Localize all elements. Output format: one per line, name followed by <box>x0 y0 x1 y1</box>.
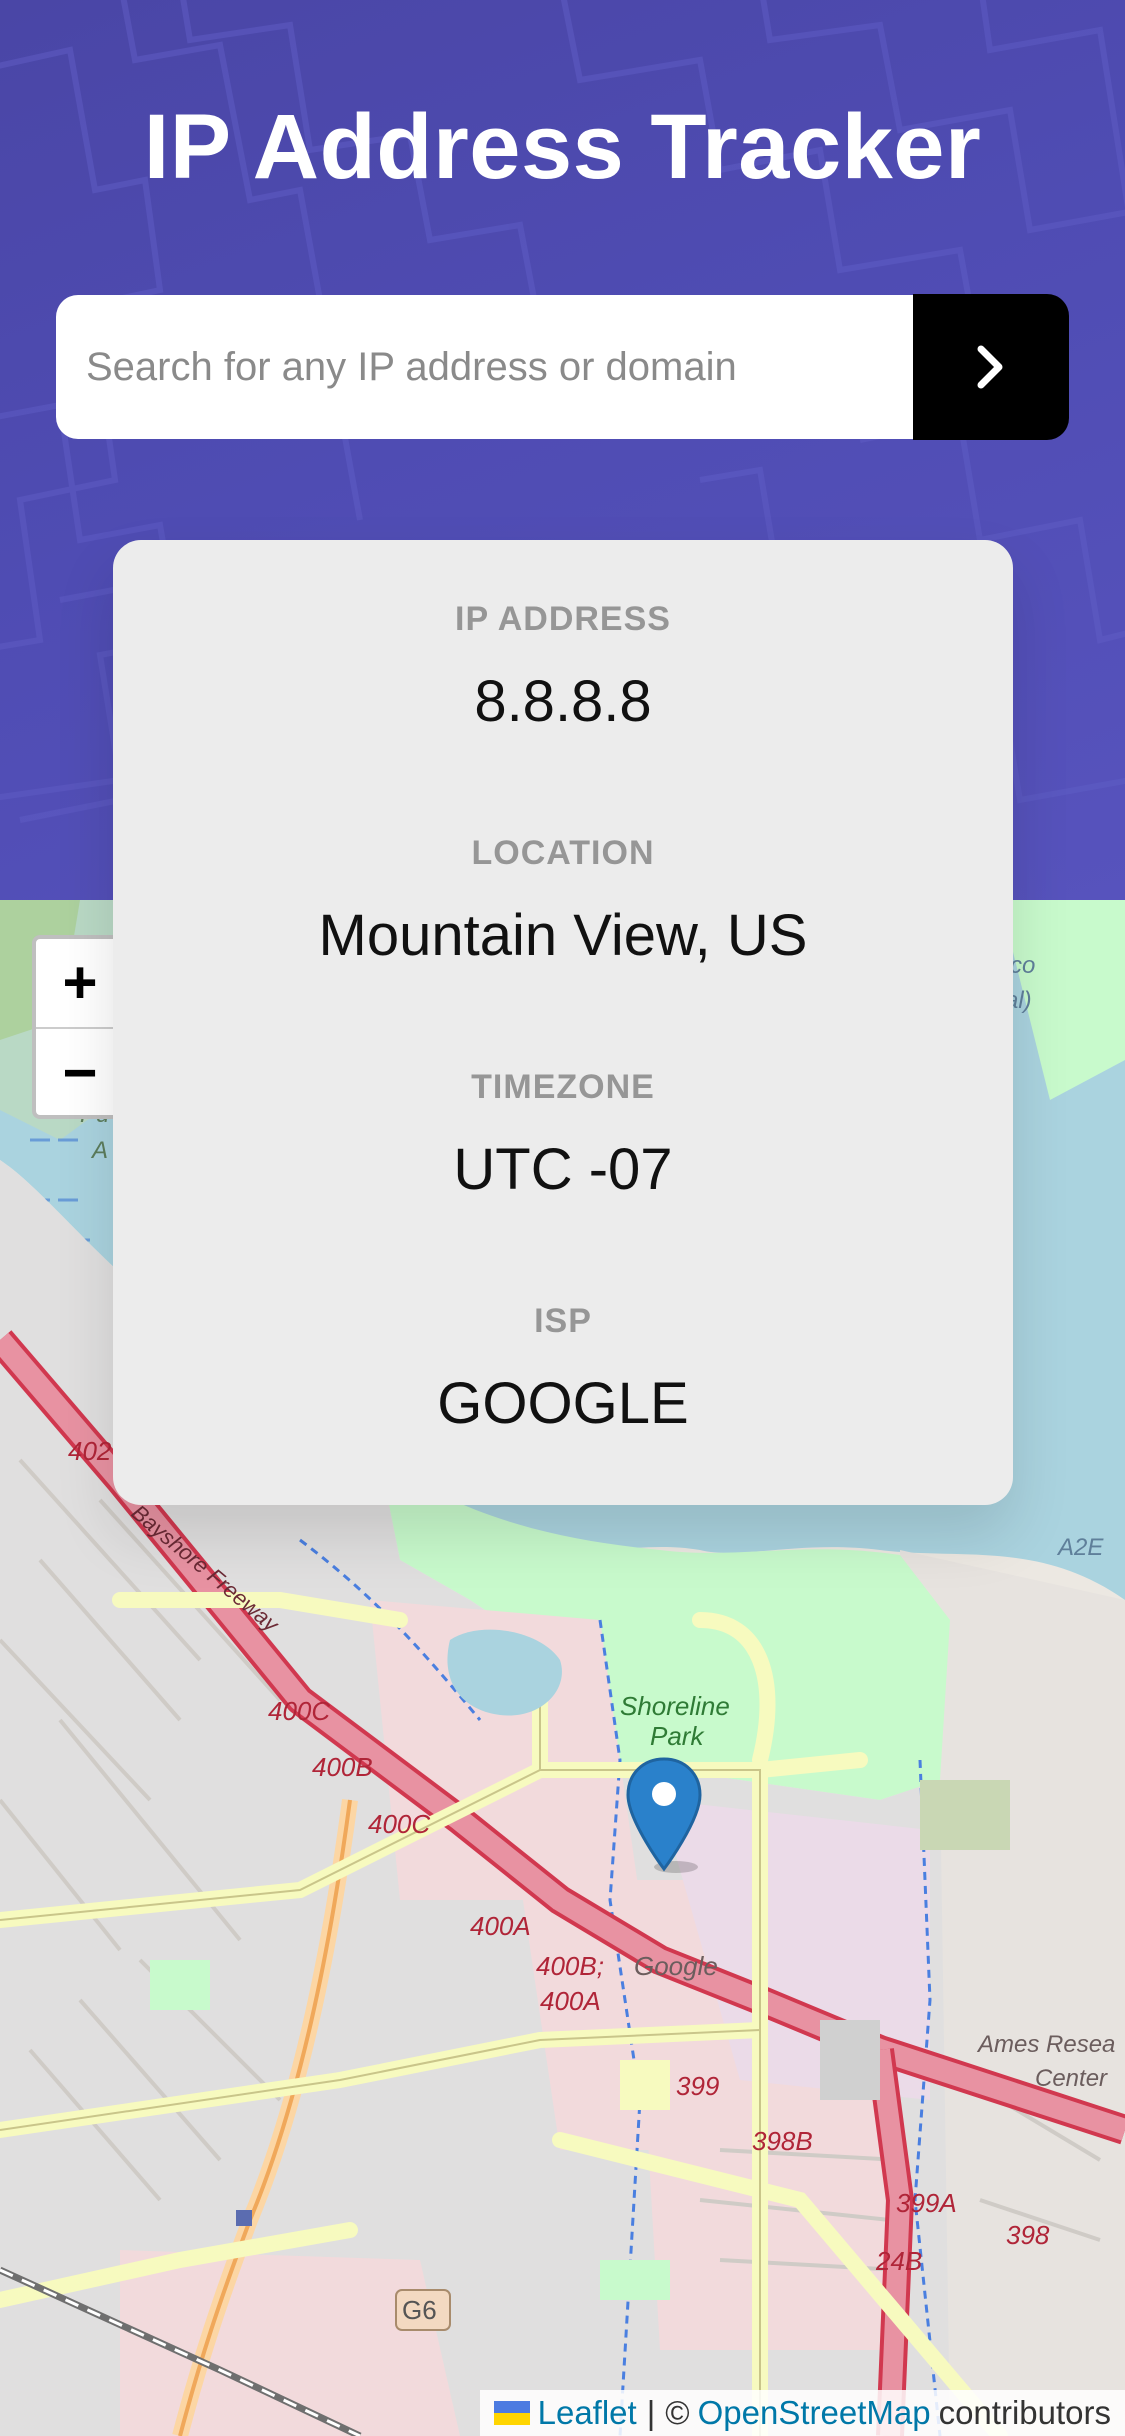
page-title: IP Address Tracker <box>143 96 982 198</box>
timezone-value: UTC -07 <box>453 1137 673 1202</box>
search-input[interactable] <box>56 295 913 439</box>
ukraine-flag-icon <box>493 2401 530 2425</box>
location-value: Mountain View, US <box>318 903 808 968</box>
exit-label-400c-2: 400C <box>368 1809 430 1839</box>
exit-label-399: 399 <box>676 2071 719 2101</box>
exit-label-24b: 24B <box>875 2246 922 2276</box>
map-label-park: Shoreline <box>620 1691 730 1721</box>
map-pin-icon[interactable] <box>624 1755 704 1875</box>
map-label-g6: G6 <box>402 2295 437 2325</box>
search-submit-button[interactable] <box>913 294 1069 440</box>
zoom-out-button[interactable]: − <box>36 1029 124 1115</box>
ip-address-label: IP ADDRESS <box>455 600 671 638</box>
map-label-ames2: Center <box>1035 2065 1108 2092</box>
ip-info-card: IP ADDRESS 8.8.8.8 LOCATION Mountain Vie… <box>113 540 1013 1505</box>
exit-label-400b: 400B <box>312 1752 373 1782</box>
map-label-a: A <box>90 1137 108 1164</box>
timezone-label: TIMEZONE <box>471 1068 655 1106</box>
isp-value: GOOGLE <box>437 1371 689 1436</box>
exit-label-400c: 400C <box>268 1696 330 1726</box>
map-label-a2e: A2E <box>1056 1534 1104 1561</box>
osm-link[interactable]: OpenStreetMap <box>698 2390 931 2436</box>
exit-label-400b-2: 400B; <box>536 1951 604 1981</box>
chevron-right-icon <box>977 345 1003 389</box>
exit-label-402: 402 <box>68 1436 112 1466</box>
exit-label-399a: 399A <box>896 2188 957 2218</box>
map-label-google: Google <box>634 1951 718 1981</box>
location-label: LOCATION <box>471 834 655 872</box>
isp-label: ISP <box>534 1302 592 1340</box>
map-label-ames: Ames Resea <box>976 2031 1115 2058</box>
map-label-park2: Park <box>650 1721 705 1751</box>
attribution-separator: | <box>646 2394 656 2431</box>
exit-label-398: 398 <box>1006 2220 1050 2250</box>
zoom-in-button[interactable]: + <box>36 939 124 1029</box>
map-label-co: co <box>1010 952 1035 979</box>
copyright-symbol: © <box>665 2394 690 2431</box>
search-bar <box>56 294 1069 440</box>
leaflet-link[interactable]: Leaflet <box>538 2390 637 2436</box>
ip-address-value: 8.8.8.8 <box>474 669 652 734</box>
contributors-text: contributors <box>938 2394 1111 2431</box>
map-attribution: Leaflet | © OpenStreetMap contributors <box>479 2390 1125 2436</box>
exit-label-400a-2: 400A <box>540 1986 601 2016</box>
exit-label-400a: 400A <box>470 1911 531 1941</box>
exit-label-398b: 398B <box>752 2126 813 2156</box>
